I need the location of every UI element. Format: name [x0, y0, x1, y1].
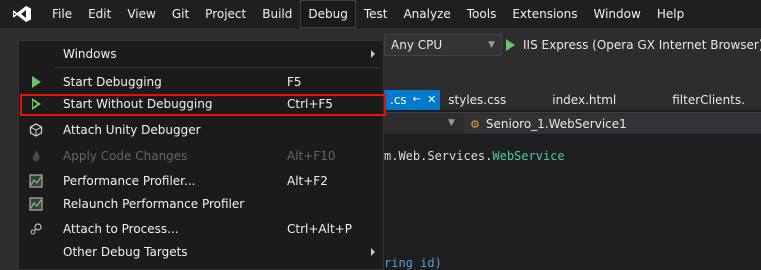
tab-label: .cs	[390, 93, 407, 107]
menu-separator	[55, 67, 381, 68]
menu-item-label: Attach to Process...	[63, 222, 179, 236]
close-icon[interactable]: ✕	[427, 90, 436, 110]
debug-menu-item-start-debugging[interactable]: Start Debugging F5	[19, 71, 383, 93]
code-type: WebService	[492, 149, 565, 163]
menu-help[interactable]: Help	[649, 0, 692, 28]
run-target-button[interactable]: IIS Express (Opera GX Internet Browser)	[506, 34, 761, 56]
visual-studio-logo-icon[interactable]	[0, 0, 44, 28]
flame-icon	[25, 145, 47, 167]
menu-item-label: Windows	[63, 47, 117, 61]
menu-item-label: Start Debugging	[63, 75, 162, 89]
menu-item-shortcut: Ctrl+F5	[287, 97, 333, 111]
debug-menu-item-start-without-debugging[interactable]: Start Without Debugging Ctrl+F5	[19, 93, 383, 115]
tab-filterclients[interactable]: filterClients.	[664, 90, 753, 110]
menu-window[interactable]: Window	[586, 0, 649, 28]
profiler-icon	[25, 170, 47, 192]
menu-test[interactable]: Test	[356, 0, 396, 28]
menu-analyze[interactable]: Analyze	[395, 0, 458, 28]
menu-file[interactable]: File	[44, 0, 80, 28]
pin-icon[interactable]: ←	[413, 90, 421, 110]
run-target-label: IIS Express (Opera GX Internet Browser)	[523, 38, 761, 52]
play-icon	[506, 39, 515, 51]
menu-item-shortcut: Ctrl+Alt+P	[287, 222, 352, 236]
debug-menu-item-relaunch-performance-profiler[interactable]: Relaunch Performance Profiler	[19, 193, 383, 215]
code-namespace: m.Web.Services.	[384, 149, 493, 163]
debug-menu-item-apply-code-changes[interactable]: Apply Code Changes Alt+F10	[19, 145, 383, 167]
menu-view[interactable]: View	[119, 0, 163, 28]
tab-active-cs[interactable]: .cs ← ✕	[384, 90, 441, 110]
menu-item-label: Start Without Debugging	[63, 97, 213, 111]
tab-label: styles.css	[448, 93, 507, 107]
member-label: Senioro_1.WebService1	[485, 117, 627, 131]
tab-styles-css[interactable]: styles.css	[440, 90, 514, 110]
debug-menu-item-performance-profiler[interactable]: Performance Profiler... Alt+F2	[19, 170, 383, 192]
menu-git[interactable]: Git	[164, 0, 197, 28]
debug-menu-item-attach-unity-debugger[interactable]: Attach Unity Debugger	[19, 119, 383, 141]
member-dropdown[interactable]: ⚙ Senioro_1.WebService1	[464, 115, 761, 133]
menu-item-label: Relaunch Performance Profiler	[63, 197, 245, 211]
empty-icon-slot	[25, 241, 47, 263]
code-editor[interactable]: m.Web.Services.WebService ring id)	[384, 134, 761, 270]
tab-index-html[interactable]: index.html	[544, 90, 624, 110]
profiler-icon	[25, 193, 47, 215]
debug-menu-item-attach-to-process[interactable]: Attach to Process... Ctrl+Alt+P	[19, 218, 383, 240]
menu-bar: File Edit View Git Project Build Debug Test Anal…	[0, 0, 761, 28]
platform-value: Any CPU	[391, 38, 443, 52]
debug-menu-item-windows[interactable]: Windows	[19, 43, 383, 65]
menu-item-shortcut: Alt+F10	[287, 149, 336, 163]
platform-dropdown[interactable]: Any CPU ▼	[384, 34, 502, 56]
menu-build[interactable]: Build	[254, 0, 300, 28]
menu-debug[interactable]: Debug	[300, 0, 356, 28]
code-line: m.Web.Services.WebService	[384, 149, 565, 163]
menu-item-label: Performance Profiler...	[63, 174, 196, 188]
navigation-bar: ▼ ⚙ Senioro_1.WebService1	[384, 112, 761, 135]
play-icon	[25, 71, 47, 93]
submenu-arrow-icon	[371, 50, 375, 58]
chevron-down-icon[interactable]: ▼	[448, 118, 455, 128]
attach-process-icon	[25, 218, 47, 240]
empty-icon-slot	[25, 43, 47, 65]
debug-menu-dropdown: Windows Start Debugging F5 Start Without De…	[18, 40, 384, 270]
document-tab-strip: .cs ← ✕ styles.css index.html filterClie…	[384, 90, 761, 110]
code-line: ring id)	[384, 256, 442, 270]
menu-item-label: Attach Unity Debugger	[63, 123, 201, 137]
unity-icon	[25, 119, 47, 141]
tab-label: filterClients.	[672, 93, 745, 107]
menu-item-label: Other Debug Targets	[63, 245, 188, 259]
menu-extensions[interactable]: Extensions	[504, 0, 585, 28]
debug-menu-item-other-debug-targets[interactable]: Other Debug Targets	[19, 241, 383, 263]
tab-label: index.html	[552, 93, 617, 107]
menu-edit[interactable]: Edit	[80, 0, 119, 28]
menu-tools[interactable]: Tools	[459, 0, 505, 28]
chevron-down-icon: ▼	[488, 40, 495, 50]
submenu-arrow-icon	[371, 248, 375, 256]
menu-project[interactable]: Project	[197, 0, 254, 28]
menu-item-label: Apply Code Changes	[63, 149, 188, 163]
code-param: ring id)	[384, 256, 442, 270]
class-icon: ⚙	[470, 117, 480, 131]
menu-item-shortcut: Alt+F2	[287, 174, 328, 188]
menu-item-shortcut: F5	[287, 75, 302, 89]
play-outline-icon	[25, 93, 47, 115]
